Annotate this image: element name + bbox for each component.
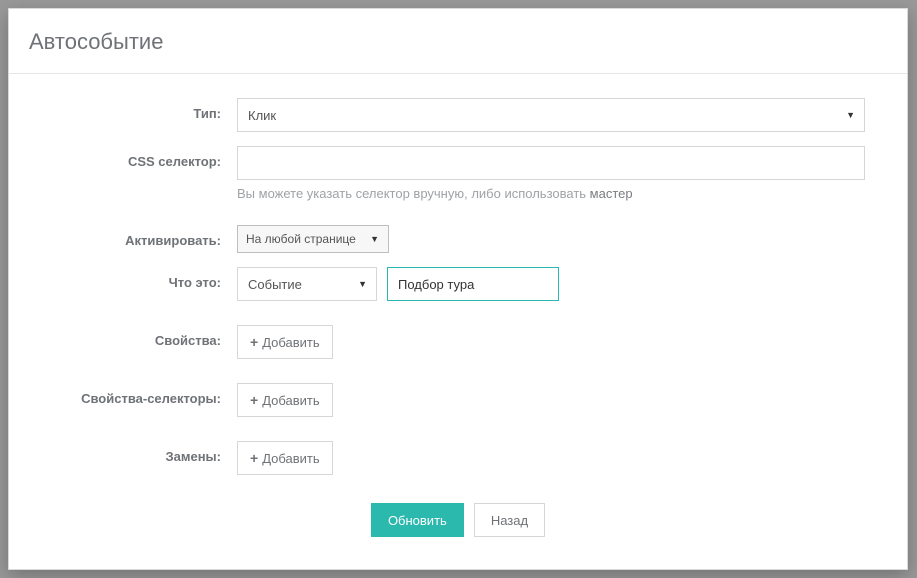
modal-title: Автособытие [29, 29, 887, 55]
add-property-button[interactable]: + Добавить [237, 325, 333, 359]
row-what-is: Что это: Событие [29, 267, 887, 301]
label-activate: Активировать: [29, 225, 237, 248]
add-replacement-button[interactable]: + Добавить [237, 441, 333, 475]
label-type: Тип: [29, 98, 237, 121]
what-is-name-input[interactable] [387, 267, 559, 301]
row-activate: Активировать: На любой странице [29, 225, 887, 253]
row-css-selector: CSS селектор: Вы можете указать селектор… [29, 146, 887, 201]
css-selector-input[interactable] [237, 146, 865, 180]
modal-body: Тип: Клик CSS селектор: Вы можете указат… [9, 74, 907, 557]
what-is-kind-select[interactable]: Событие [237, 267, 377, 301]
label-what-is: Что это: [29, 267, 237, 290]
label-css-selector: CSS селектор: [29, 146, 237, 169]
what-is-kind-wrap: Событие [237, 267, 377, 301]
row-properties: Свойства: + Добавить [29, 325, 887, 359]
activate-select[interactable]: На любой странице [237, 225, 389, 253]
hint-master-link[interactable]: мастер [590, 186, 633, 201]
label-replacements: Замены: [29, 441, 237, 464]
plus-icon: + [250, 393, 258, 407]
type-select[interactable]: Клик [237, 98, 865, 132]
row-property-selectors: Свойства-селекторы: + Добавить [29, 383, 887, 417]
add-property-label: Добавить [262, 335, 319, 350]
row-replacements: Замены: + Добавить [29, 441, 887, 475]
back-button[interactable]: Назад [474, 503, 545, 537]
update-button[interactable]: Обновить [371, 503, 464, 537]
plus-icon: + [250, 335, 258, 349]
css-selector-hint: Вы можете указать селектор вручную, либо… [237, 186, 887, 201]
hint-text: Вы можете указать селектор вручную, либо… [237, 186, 590, 201]
label-property-selectors: Свойства-селекторы: [29, 383, 237, 406]
row-type: Тип: Клик [29, 98, 887, 132]
add-property-selector-button[interactable]: + Добавить [237, 383, 333, 417]
add-replacement-label: Добавить [262, 451, 319, 466]
label-properties: Свойства: [29, 325, 237, 348]
plus-icon: + [250, 451, 258, 465]
add-property-selector-label: Добавить [262, 393, 319, 408]
footer-actions: Обновить Назад [29, 503, 887, 537]
activate-select-wrap: На любой странице [237, 225, 389, 253]
type-select-wrap: Клик [237, 98, 865, 132]
modal-header: Автособытие [9, 9, 907, 74]
autoevent-modal: Автособытие Тип: Клик CSS селектор: Вы м… [8, 8, 908, 570]
